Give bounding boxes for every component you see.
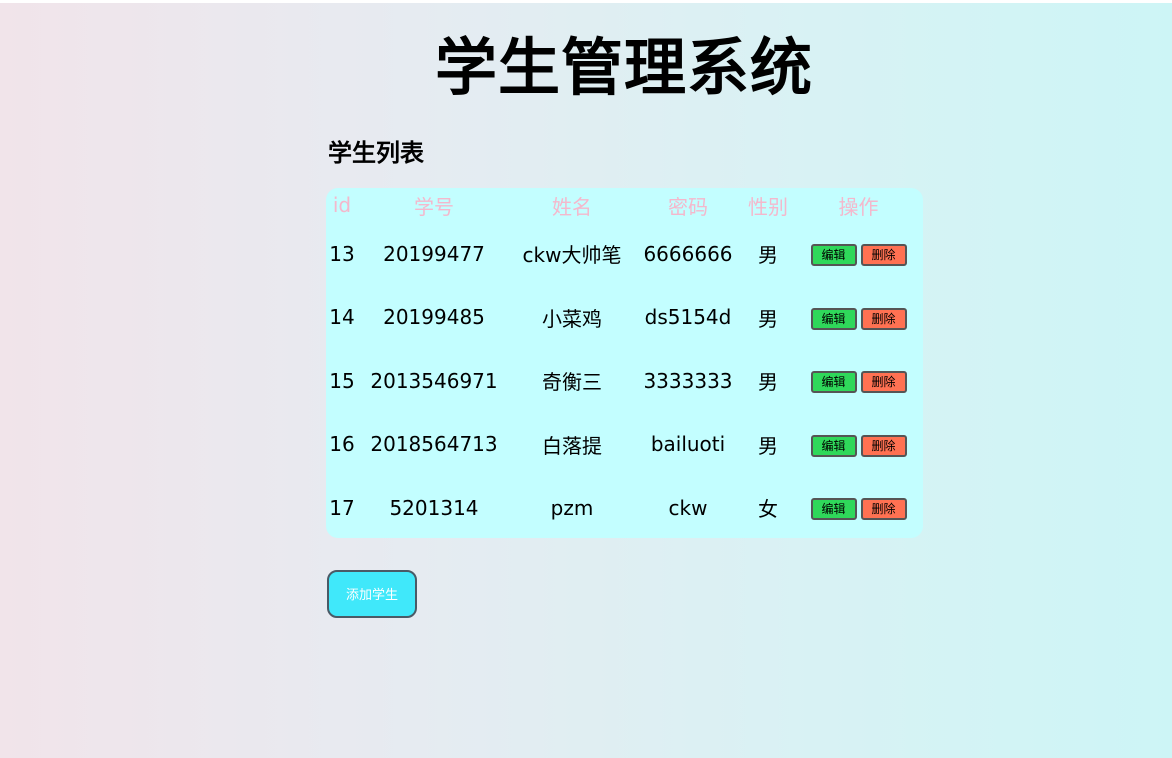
cell-actions: 编辑 删除 bbox=[794, 286, 923, 350]
header-actions: 操作 bbox=[838, 194, 879, 219]
cell-student-number: 2013546971 bbox=[370, 368, 498, 393]
delete-button[interactable]: 删除 bbox=[860, 371, 907, 393]
header-gender: 性别 bbox=[748, 194, 788, 219]
table-row: 13 20199477 ckw大帅笔 6666666 男 编辑 删除 bbox=[326, 222, 923, 286]
cell-actions: 编辑 删除 bbox=[794, 222, 923, 286]
cell-password: ds5154d bbox=[644, 305, 732, 330]
cell-name: 白落提 bbox=[542, 433, 602, 458]
cell-gender: 男 bbox=[758, 306, 778, 331]
header-id: id bbox=[332, 193, 352, 217]
cell-id: 15 bbox=[329, 368, 355, 393]
cell-name: 小菜鸡 bbox=[542, 306, 602, 331]
cell-gender: 女 bbox=[758, 497, 778, 522]
delete-button[interactable]: 删除 bbox=[860, 307, 907, 330]
cell-actions: 编辑 删除 bbox=[794, 349, 923, 413]
add-student-button[interactable]: 添加学生 bbox=[327, 570, 417, 618]
edit-button[interactable]: 编辑 bbox=[810, 307, 857, 330]
cell-password: 6666666 bbox=[643, 241, 733, 266]
cell-actions: 编辑 删除 bbox=[794, 476, 923, 540]
edit-button[interactable]: 编辑 bbox=[810, 434, 857, 457]
cell-gender: 男 bbox=[758, 433, 778, 458]
cell-student-number: 20199477 bbox=[383, 241, 485, 266]
cell-password: bailuoti bbox=[650, 432, 726, 457]
cell-name: ckw大帅笔 bbox=[522, 243, 622, 268]
cell-student-number: 2018564713 bbox=[370, 432, 498, 457]
cell-password: 3333333 bbox=[643, 368, 733, 393]
cell-gender: 男 bbox=[758, 243, 778, 268]
cell-id: 13 bbox=[329, 241, 355, 266]
cell-actions: 编辑 删除 bbox=[794, 413, 923, 477]
student-list-title: 学生列表 bbox=[328, 139, 424, 167]
delete-button[interactable]: 删除 bbox=[860, 434, 907, 457]
table-header-row: id 学号 姓名 密码 性别 操作 bbox=[326, 188, 923, 222]
table-row: 16 2018564713 白落提 bailuoti 男 编辑 删除 bbox=[326, 413, 923, 477]
edit-button[interactable]: 编辑 bbox=[810, 244, 857, 266]
cell-student-number: 5201314 bbox=[389, 495, 479, 520]
cell-id: 17 bbox=[329, 495, 355, 520]
cell-name: 奇衡三 bbox=[542, 370, 602, 395]
cell-id: 16 bbox=[329, 432, 355, 457]
delete-button[interactable]: 删除 bbox=[860, 498, 907, 520]
cell-password: ckw bbox=[668, 495, 708, 520]
table-row: 14 20199485 小菜鸡 ds5154d 男 编辑 删除 bbox=[326, 286, 923, 350]
table-row: 15 2013546971 奇衡三 3333333 男 编辑 删除 bbox=[326, 349, 923, 413]
edit-button[interactable]: 编辑 bbox=[810, 498, 857, 520]
cell-id: 14 bbox=[329, 305, 355, 330]
header-password: 密码 bbox=[668, 194, 708, 219]
header-student-number: 学号 bbox=[414, 194, 454, 219]
cell-student-number: 20199485 bbox=[383, 305, 485, 330]
header-name: 姓名 bbox=[552, 194, 592, 219]
page-title: 学生管理系统 bbox=[434, 31, 813, 104]
student-table: id 学号 姓名 密码 性别 操作 13 20199477 ckw大帅笔 666… bbox=[326, 188, 923, 540]
cell-name: pzm bbox=[550, 495, 594, 520]
table-row: 17 5201314 pzm ckw 女 编辑 删除 bbox=[326, 476, 923, 540]
edit-button[interactable]: 编辑 bbox=[810, 371, 857, 393]
student-table-container: id 学号 姓名 密码 性别 操作 13 20199477 ckw大帅笔 666… bbox=[326, 188, 923, 538]
cell-gender: 男 bbox=[758, 370, 778, 395]
delete-button[interactable]: 删除 bbox=[860, 244, 907, 266]
